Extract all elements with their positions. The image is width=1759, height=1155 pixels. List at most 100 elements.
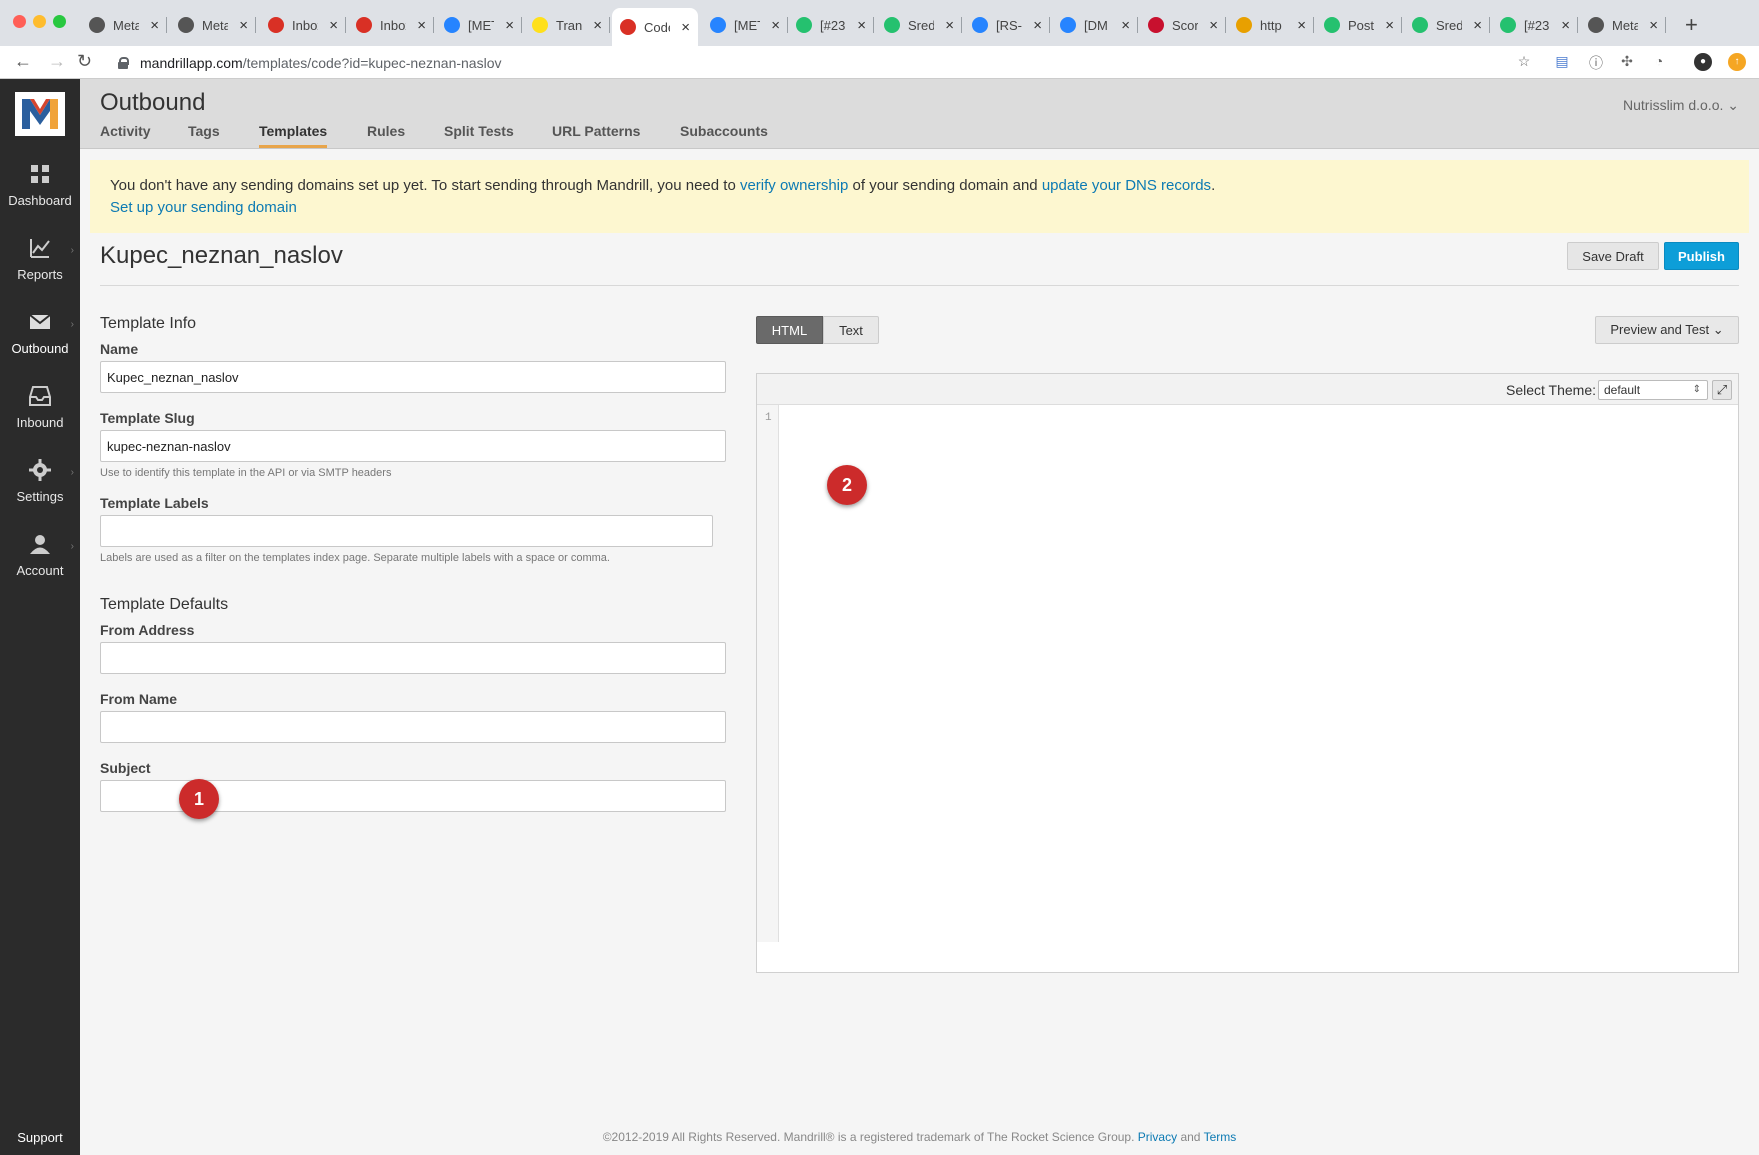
jira-icon (972, 17, 988, 33)
tab-templates[interactable]: Templates (259, 123, 328, 148)
browser-tab[interactable]: Code× (612, 8, 698, 46)
close-tab-icon[interactable]: × (763, 17, 780, 34)
account-name: Nutrisslim d.o.o. (1623, 97, 1724, 113)
tab-title: Meta (1612, 17, 1638, 33)
verify-ownership-link[interactable]: verify ownership (740, 177, 848, 194)
dropbox-extension-icon[interactable]: ✣ (1618, 53, 1636, 71)
browser-tab[interactable]: http × (1228, 8, 1314, 42)
close-tab-icon[interactable]: × (1377, 17, 1394, 34)
profile-avatar[interactable]: ● (1694, 53, 1712, 71)
tab-tags[interactable]: Tags (188, 123, 220, 145)
setup-sending-domain-link[interactable]: Set up your sending domain (110, 199, 297, 216)
tab-strip: Meta×Meta×Inbox×Inbox×[MET×Trans×Code×[M… (0, 0, 1759, 46)
zoom-window-button[interactable] (53, 15, 66, 28)
publish-button[interactable]: Publish (1664, 242, 1739, 270)
preview-label: Preview and Test (1610, 322, 1710, 337)
line-gutter: 1 (757, 405, 779, 942)
support-link[interactable]: Support (0, 1130, 80, 1145)
browser-tab[interactable]: [MET× (702, 8, 788, 42)
theme-select[interactable]: default ⇕ (1598, 380, 1708, 400)
close-tab-icon[interactable]: × (409, 17, 426, 34)
labels-help: Labels are used as a filter on the templ… (100, 552, 610, 564)
back-icon[interactable]: ← (14, 51, 32, 72)
tab-subaccounts[interactable]: Subaccounts (680, 123, 768, 145)
user-icon (0, 533, 80, 555)
forward-icon[interactable]: → (48, 51, 66, 72)
address-bar[interactable]: mandrillapp.com/templates/code?id=kupec-… (118, 50, 1578, 76)
info-extension-icon[interactable]: ⓘ (1587, 53, 1605, 71)
browser-tab[interactable]: [DM × (1052, 8, 1138, 42)
extension-icon[interactable]: ▤ (1553, 53, 1571, 71)
bookmark-star-icon[interactable]: ☆ (1515, 53, 1533, 71)
close-tab-icon[interactable]: × (1025, 17, 1042, 34)
section-title: Outbound (100, 89, 206, 116)
html-mode-button[interactable]: HTML (756, 316, 823, 344)
tab-separator (1489, 17, 1490, 33)
close-tab-icon[interactable]: × (497, 17, 514, 34)
close-tab-icon[interactable]: × (321, 17, 338, 34)
close-tab-icon[interactable]: × (231, 17, 248, 34)
mandrill-logo[interactable] (15, 92, 65, 136)
tab-title: Sred (1436, 17, 1462, 33)
close-tab-icon[interactable]: × (1289, 17, 1306, 34)
browser-tab[interactable]: [RS- × (964, 8, 1050, 42)
tab-title: Code (644, 19, 670, 35)
save-draft-button[interactable]: Save Draft (1567, 242, 1659, 270)
browser-tab[interactable]: Meta × (1580, 8, 1666, 42)
sidebar-item-reports[interactable]: Reports › (0, 237, 80, 303)
from-name-input[interactable] (100, 711, 726, 743)
browser-tab[interactable]: Post × (1316, 8, 1402, 42)
speed-extension-icon[interactable]: ◔ (1650, 53, 1668, 71)
close-tab-icon[interactable]: × (1553, 17, 1570, 34)
update-dns-link[interactable]: update your DNS records (1042, 177, 1211, 194)
from-address-input[interactable] (100, 642, 726, 674)
tab-url-patterns[interactable]: URL Patterns (552, 123, 640, 145)
close-tab-icon[interactable]: × (142, 17, 159, 34)
tab-rules[interactable]: Rules (367, 123, 405, 145)
reload-icon[interactable]: ↻ (77, 51, 92, 72)
browser-tab[interactable]: Inbox× (260, 8, 346, 42)
terms-link[interactable]: Terms (1204, 1130, 1237, 1144)
name-input[interactable] (100, 361, 726, 393)
browser-tab[interactable]: Scor × (1140, 8, 1226, 42)
sidebar-item-dashboard[interactable]: Dashboard (0, 163, 80, 229)
text-mode-button[interactable]: Text (823, 316, 879, 344)
code-editor[interactable]: Select Theme: default ⇕ ⤢ 1 (756, 373, 1739, 973)
close-window-button[interactable] (13, 15, 26, 28)
subject-label: Subject (100, 760, 151, 776)
account-menu[interactable]: Nutrisslim d.o.o. ⌄ (1623, 97, 1739, 114)
close-tab-icon[interactable]: × (1113, 17, 1130, 34)
close-tab-icon[interactable]: × (1641, 17, 1658, 34)
browser-tab[interactable]: Inbox× (348, 8, 434, 42)
sidebar-item-label: Inbound (16, 415, 64, 430)
close-tab-icon[interactable]: × (673, 19, 690, 36)
sidebar-item-account[interactable]: Account › (0, 533, 80, 599)
close-tab-icon[interactable]: × (1465, 17, 1482, 34)
close-tab-icon[interactable]: × (1201, 17, 1218, 34)
browser-tab[interactable]: [#23 × (788, 8, 874, 42)
browser-tab[interactable]: [#23 × (1492, 8, 1578, 42)
tab-activity[interactable]: Activity (100, 123, 151, 145)
labels-input[interactable] (100, 515, 713, 547)
new-tab-button[interactable]: + (1685, 12, 1698, 38)
browser-tab[interactable]: Meta × (170, 8, 256, 42)
browser-tab[interactable]: Sred × (876, 8, 962, 42)
expand-icon[interactable]: ⤢ (1712, 380, 1732, 400)
minimize-window-button[interactable] (33, 15, 46, 28)
close-tab-icon[interactable]: × (849, 17, 866, 34)
slug-input[interactable] (100, 430, 726, 462)
tab-split-tests[interactable]: Split Tests (444, 123, 514, 145)
browser-tab[interactable]: Trans× (524, 8, 610, 42)
preview-and-test-button[interactable]: Preview and Test ⌄ (1595, 316, 1739, 344)
sidebar-item-inbound[interactable]: Inbound (0, 385, 80, 451)
browser-tab[interactable]: [MET× (436, 8, 522, 42)
privacy-link[interactable]: Privacy (1138, 1130, 1177, 1144)
update-icon[interactable]: ↑ (1728, 53, 1746, 71)
tab-title: Scor (1172, 17, 1198, 33)
close-tab-icon[interactable]: × (937, 17, 954, 34)
sidebar-item-outbound[interactable]: Outbound › (0, 311, 80, 377)
close-tab-icon[interactable]: × (585, 17, 602, 34)
browser-tab[interactable]: Sred × (1404, 8, 1490, 42)
browser-tab[interactable]: Meta × (81, 8, 167, 42)
sidebar-item-settings[interactable]: Settings › (0, 459, 80, 525)
